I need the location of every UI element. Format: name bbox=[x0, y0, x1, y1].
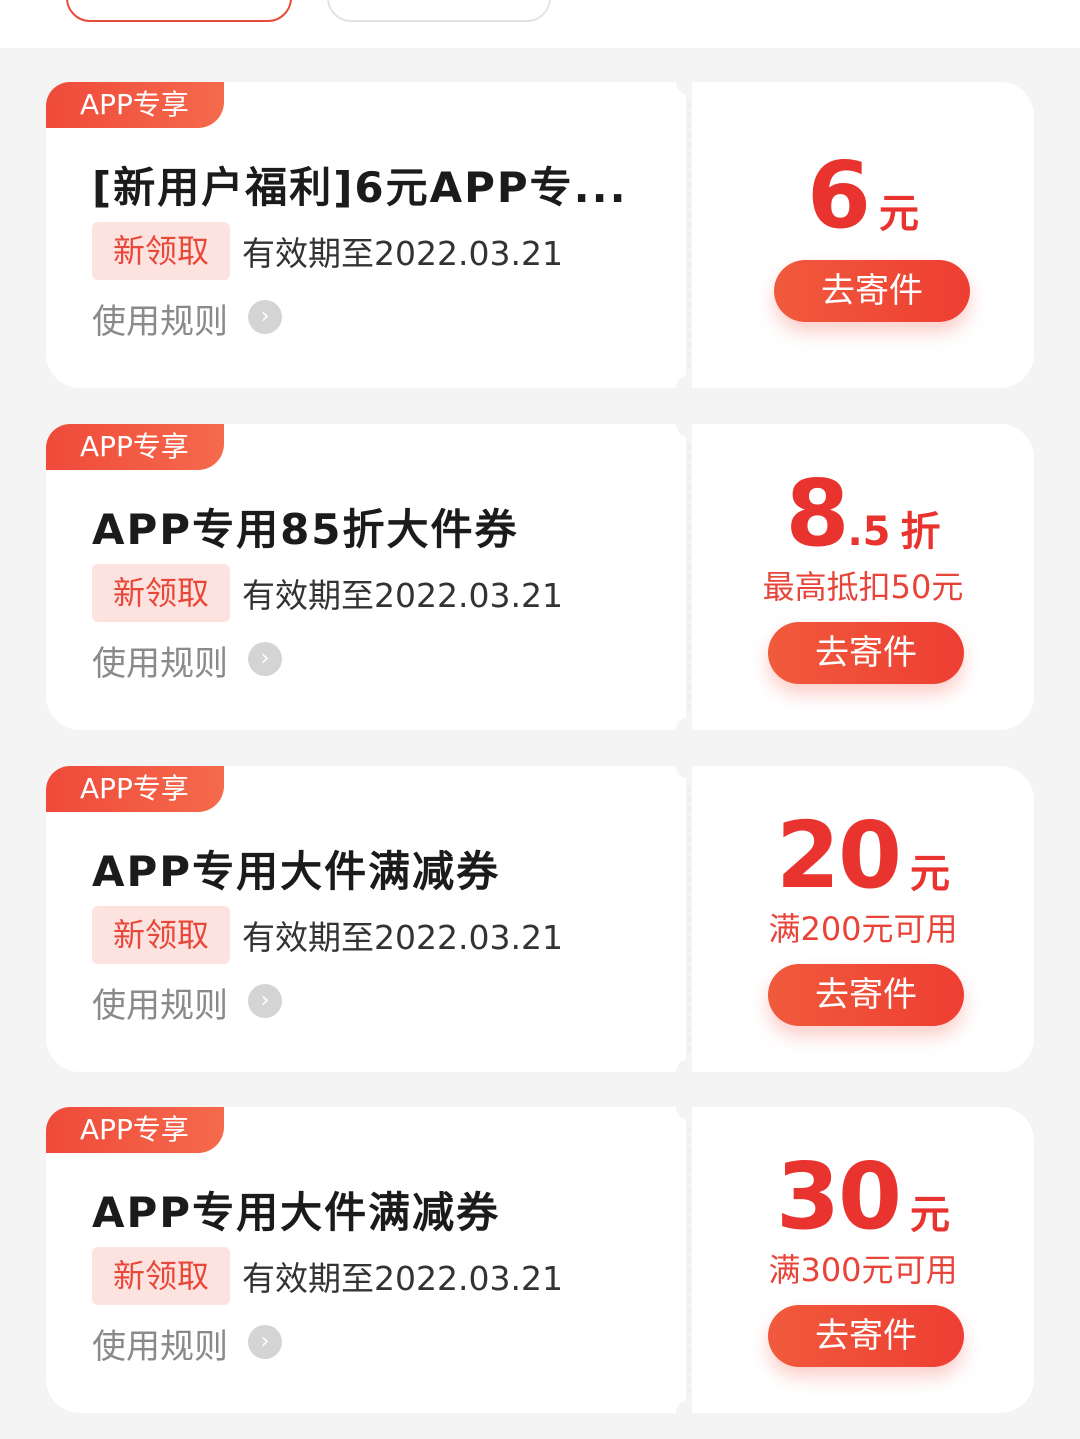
coupon-title: APP专用85折大件券 bbox=[92, 505, 519, 554]
go-send-button[interactable]: 去寄件 bbox=[768, 964, 964, 1026]
coupon-divider bbox=[688, 786, 690, 1052]
chevron-right-circle-icon[interactable]: › bbox=[248, 642, 282, 676]
amount-decimal: .5 bbox=[847, 509, 891, 555]
coupon-divider bbox=[688, 102, 690, 368]
coupon-divider bbox=[688, 1127, 690, 1393]
amount-unit: 元 bbox=[879, 191, 919, 237]
usage-condition: 最高抵扣50元 bbox=[762, 568, 964, 606]
coupon-title: [新用户福利]6元APP专... bbox=[92, 163, 628, 212]
amount-number: 30 bbox=[775, 1143, 902, 1250]
coupon-value-panel: 8.5 折 最高抵扣50元 去寄件 bbox=[692, 424, 1034, 730]
amount-number: 8 bbox=[785, 460, 849, 567]
usage-condition: 满200元可用 bbox=[768, 910, 958, 948]
coupon-value-panel: 6元 去寄件 bbox=[692, 82, 1034, 388]
app-exclusive-tag: APP专享 bbox=[46, 1107, 224, 1153]
validity-text: 有效期至2022.03.21 bbox=[242, 576, 563, 615]
coupon-card: APP专享 [新用户福利]6元APP专... 新领取 有效期至2022.03.2… bbox=[46, 69, 1034, 401]
usage-rules-link[interactable]: 使用规则 bbox=[92, 1319, 228, 1368]
amount-number: 20 bbox=[775, 802, 902, 909]
amount-unit: 折 bbox=[900, 509, 941, 555]
amount-unit: 元 bbox=[910, 851, 951, 897]
go-send-button[interactable]: 去寄件 bbox=[768, 1305, 964, 1367]
coupon-info: APP专享 [新用户福利]6元APP专... 新领取 有效期至2022.03.2… bbox=[46, 82, 686, 388]
app-exclusive-tag: APP专享 bbox=[46, 82, 224, 128]
new-claimed-badge: 新领取 bbox=[92, 222, 230, 280]
amount-unit: 元 bbox=[910, 1192, 951, 1238]
validity-text: 有效期至2022.03.21 bbox=[242, 1259, 563, 1298]
go-send-button[interactable]: 去寄件 bbox=[768, 622, 964, 684]
usage-rules-link[interactable]: 使用规则 bbox=[92, 294, 228, 343]
coupon-card: APP专享 APP专用85折大件券 新领取 有效期至2022.03.21 使用规… bbox=[46, 411, 1034, 743]
filter-tab-inactive[interactable] bbox=[327, 0, 551, 22]
new-claimed-badge: 新领取 bbox=[92, 906, 230, 964]
coupon-info: APP专享 APP专用85折大件券 新领取 有效期至2022.03.21 使用规… bbox=[46, 424, 686, 730]
coupon-title: APP专用大件满减券 bbox=[92, 847, 501, 896]
coupon-value-panel: 20 元 满200元可用 去寄件 bbox=[692, 766, 1034, 1072]
coupon-card: APP专享 APP专用大件满减券 新领取 有效期至2022.03.21 使用规则… bbox=[46, 753, 1034, 1085]
top-filter-strip bbox=[0, 0, 1080, 48]
new-claimed-badge: 新领取 bbox=[92, 1247, 230, 1305]
coupon-amount: 20 元 bbox=[692, 802, 1034, 909]
coupon-value-panel: 30 元 满300元可用 去寄件 bbox=[692, 1107, 1034, 1413]
coupon-card: APP专享 APP专用大件满减券 新领取 有效期至2022.03.21 使用规则… bbox=[46, 1094, 1034, 1426]
chevron-right-circle-icon[interactable]: › bbox=[248, 300, 282, 334]
validity-text: 有效期至2022.03.21 bbox=[242, 234, 563, 273]
app-exclusive-tag: APP专享 bbox=[46, 766, 224, 812]
validity-text: 有效期至2022.03.21 bbox=[242, 918, 563, 957]
chevron-right-circle-icon[interactable]: › bbox=[248, 1325, 282, 1359]
new-claimed-badge: 新领取 bbox=[92, 564, 230, 622]
go-send-button[interactable]: 去寄件 bbox=[774, 260, 970, 322]
coupon-amount: 8.5 折 bbox=[692, 460, 1034, 567]
usage-rules-link[interactable]: 使用规则 bbox=[92, 978, 228, 1027]
coupon-amount: 30 元 bbox=[692, 1143, 1034, 1250]
chevron-right-circle-icon[interactable]: › bbox=[248, 984, 282, 1018]
coupon-divider bbox=[688, 444, 690, 710]
amount-number: 6 bbox=[806, 142, 871, 249]
usage-rules-link[interactable]: 使用规则 bbox=[92, 636, 228, 685]
coupon-amount: 6元 bbox=[692, 142, 1034, 249]
coupon-info: APP专享 APP专用大件满减券 新领取 有效期至2022.03.21 使用规则… bbox=[46, 1107, 686, 1413]
app-exclusive-tag: APP专享 bbox=[46, 424, 224, 470]
coupon-title: APP专用大件满减券 bbox=[92, 1188, 501, 1237]
usage-condition: 满300元可用 bbox=[768, 1251, 958, 1289]
filter-tab-active[interactable] bbox=[66, 0, 292, 22]
coupon-info: APP专享 APP专用大件满减券 新领取 有效期至2022.03.21 使用规则… bbox=[46, 766, 686, 1072]
